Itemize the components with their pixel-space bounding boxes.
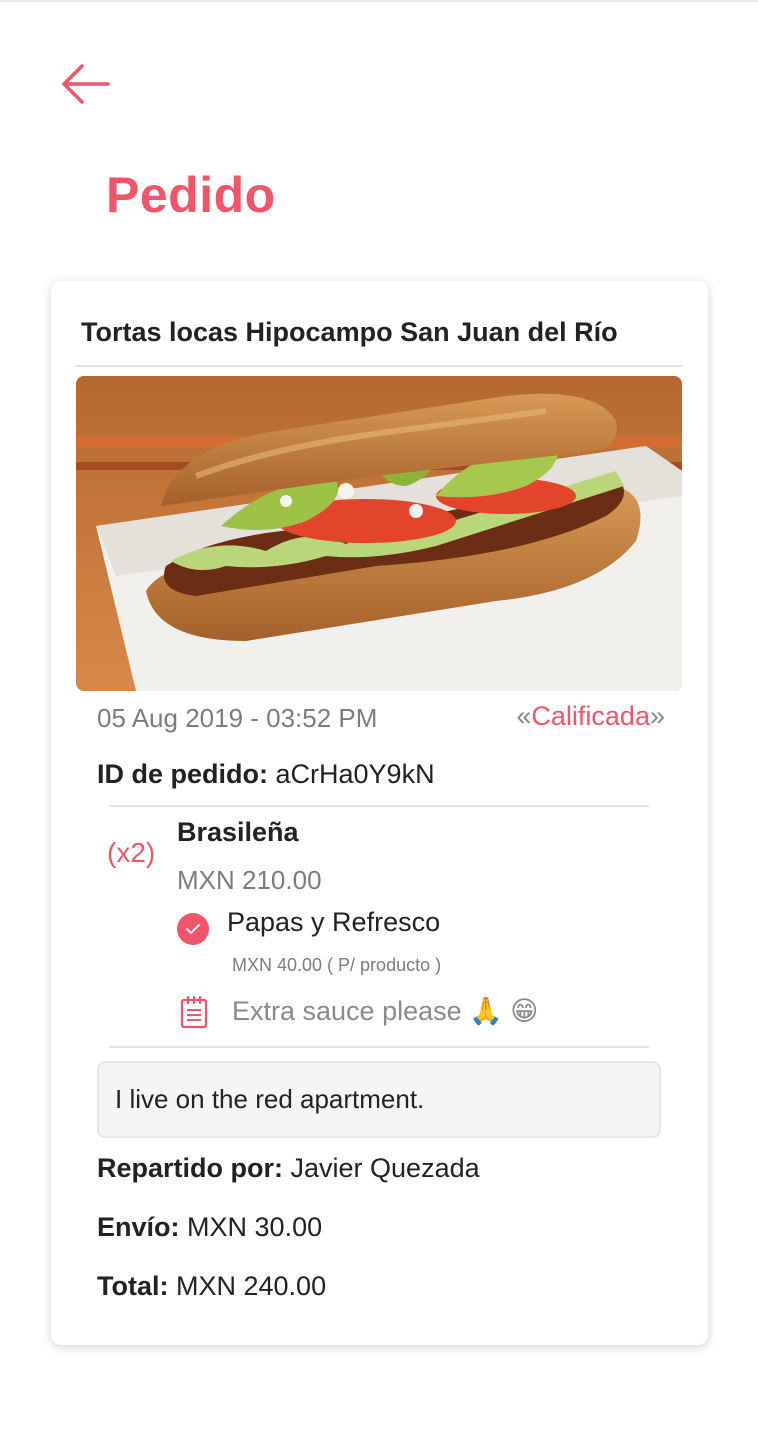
delivery-instructions: I live on the red apartment. — [97, 1061, 661, 1138]
status-open-quote: « — [516, 701, 532, 731]
divider — [75, 365, 683, 367]
total-cost: Total: MXN 240.00 — [97, 1271, 326, 1302]
total-label: Total: — [97, 1271, 169, 1301]
restaurant-name: Tortas locas Hipocampo San Juan del Río — [81, 317, 618, 347]
shipping-label: Envío: — [97, 1212, 180, 1242]
item-name: Brasileña — [177, 817, 299, 847]
delivered-by-label: Repartido por: — [97, 1153, 283, 1183]
delivered-by: Repartido por: Javier Quezada — [97, 1153, 480, 1184]
food-image — [76, 376, 682, 691]
arrow-left-icon — [62, 64, 110, 104]
status-close-quote: » — [649, 701, 665, 731]
shipping-cost: Envío: MXN 30.00 — [97, 1212, 322, 1243]
item-price: MXN 210.00 — [177, 865, 322, 895]
extra-price: MXN 40.00 ( P/ producto ) — [232, 955, 442, 975]
order-card: Tortas locas Hipocampo San Juan del Río — [51, 281, 708, 1345]
order-id-value: aCrHa0Y9kN — [275, 759, 435, 789]
back-button[interactable] — [52, 56, 116, 112]
page-title: Pedido — [106, 167, 276, 223]
notepad-icon — [179, 995, 209, 1029]
order-date: 05 Aug 2019 - 03:52 PM — [97, 703, 378, 733]
item-quantity: (x2) — [107, 837, 156, 868]
delivered-by-value: Javier Quezada — [290, 1153, 480, 1183]
shipping-value: MXN 30.00 — [187, 1212, 323, 1242]
extra-name: Papas y Refresco — [227, 907, 441, 937]
top-divider — [0, 0, 758, 2]
status-text: Calificada — [531, 701, 650, 731]
total-value: MXN 240.00 — [176, 1271, 327, 1301]
divider — [109, 1046, 649, 1048]
status-badge: «Calificada» — [516, 701, 665, 732]
order-id-label: ID de pedido: — [97, 759, 268, 789]
divider — [109, 805, 649, 807]
item-note: Extra sauce please 🙏 😁 — [232, 996, 539, 1026]
check-circle-icon — [177, 913, 209, 945]
order-id: ID de pedido: aCrHa0Y9kN — [97, 759, 435, 790]
